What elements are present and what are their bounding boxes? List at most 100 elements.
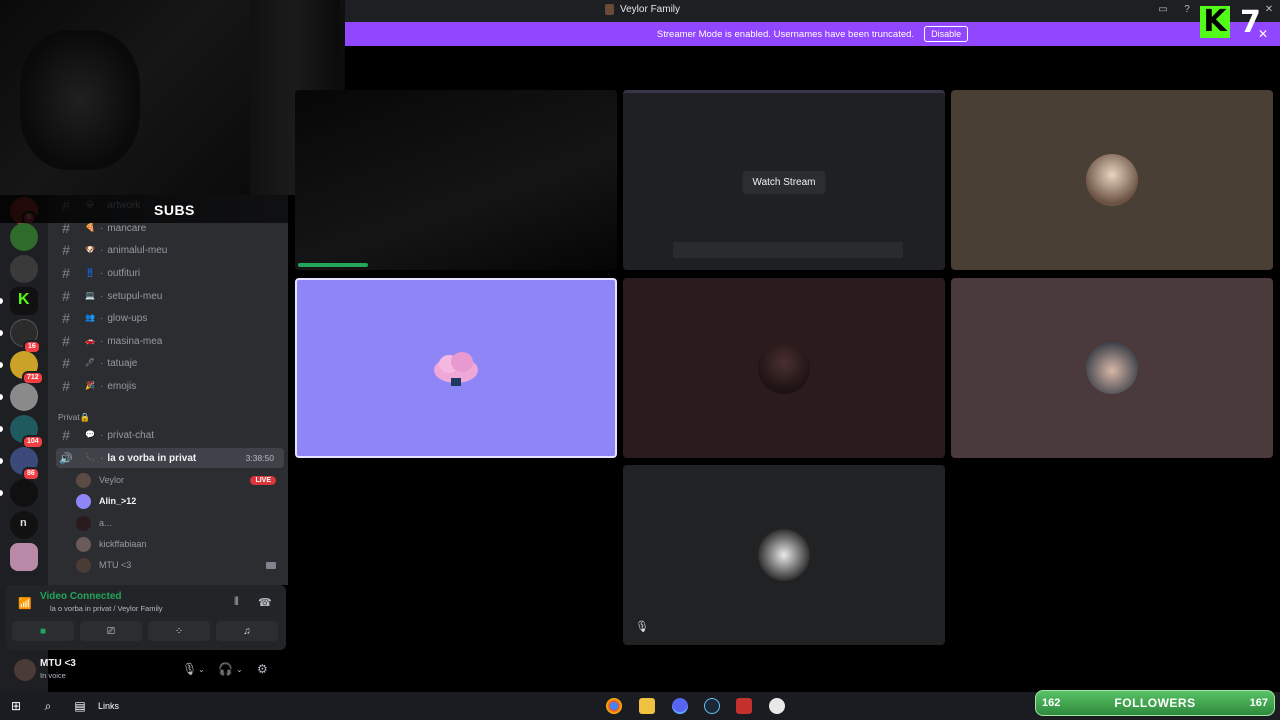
channel-privat-chat[interactable]: # 💬 · privat-chat	[56, 425, 284, 445]
links-toolbar[interactable]: Links	[98, 701, 119, 711]
voice-connection-panel: 📶 Video Connected la o vorba in privat /…	[6, 585, 286, 650]
chevron-down-icon[interactable]: ⌄	[236, 665, 243, 674]
server-icon-kick[interactable]: K	[10, 287, 38, 315]
microphone-icon[interactable]: 🎙	[182, 662, 197, 676]
kick-overlay: K 7	[1200, 4, 1280, 40]
banner-message: Streamer Mode is enabled. Usernames have…	[656, 28, 915, 40]
voice-location[interactable]: la o vorba in privat / Veylor Family	[50, 604, 163, 613]
voice-status[interactable]: Video Connected	[40, 591, 122, 602]
camera-icon	[266, 561, 276, 569]
avatar[interactable]	[14, 659, 36, 681]
server-icon-green[interactable]	[10, 223, 38, 251]
settings-gear-icon[interactable]: ⚙	[257, 662, 268, 676]
kick-count: 7	[1240, 4, 1261, 40]
channel-glow-ups[interactable]: # 👥 · glow-ups	[56, 308, 284, 328]
channel-setupul-meu[interactable]: # 💻 · setupul-meu	[56, 286, 284, 306]
chrome-icon[interactable]	[606, 698, 622, 714]
video-tile-stream[interactable]	[295, 90, 617, 270]
hash-icon: #	[62, 310, 70, 326]
watch-stream-button[interactable]: Watch Stream	[742, 171, 826, 194]
cloud-avatar-icon	[434, 352, 478, 386]
server-icon-teal[interactable]: 104	[10, 415, 44, 449]
muted-mic-icon: 🎙	[635, 621, 649, 633]
user-name[interactable]: MTU <3	[40, 658, 76, 669]
activities-button[interactable]: ⁘	[148, 621, 210, 641]
disconnect-icon[interactable]: ☎	[258, 596, 272, 609]
voice-channel-la-o-vorba[interactable]: 🔊 📞 · la o vorba in privat 3:38:50	[56, 448, 284, 468]
screen-share-button[interactable]: ⎚	[80, 621, 142, 641]
steam-icon[interactable]	[704, 698, 720, 714]
hash-icon: #	[62, 378, 70, 394]
avatar	[758, 342, 810, 394]
voice-user[interactable]: MTU <3	[76, 556, 280, 574]
phone-icon: 📞	[85, 453, 95, 462]
video-tile-user-active[interactable]	[295, 278, 617, 458]
server-icon-character[interactable]	[10, 255, 38, 283]
avatar	[76, 557, 91, 573]
video-tile-user[interactable]: 🎙	[623, 465, 945, 645]
signal-icon: 📶	[18, 598, 32, 610]
avatar	[76, 472, 91, 488]
category-privat[interactable]: Privat🔒	[58, 412, 90, 423]
server-icon-pattern[interactable]	[10, 543, 38, 571]
server-icon-gauge[interactable]: 16	[10, 319, 41, 354]
discord-icon[interactable]	[672, 698, 688, 714]
hash-icon: #	[62, 242, 70, 258]
channel-animalul-meu[interactable]: # 🐶 · animalul-meu	[56, 240, 284, 260]
hash-icon: #	[62, 333, 70, 349]
window-title: Veylor Family	[605, 4, 680, 15]
hash-icon: #	[62, 355, 70, 371]
server-icon-dark[interactable]	[10, 479, 38, 507]
server-icon-blue[interactable]: 86	[10, 447, 40, 481]
video-tile-user[interactable]	[951, 278, 1273, 458]
voice-user[interactable]: Veylor LIVE	[76, 471, 280, 489]
camera-button[interactable]: ■	[12, 621, 74, 641]
streamer-mode-banner: Streamer Mode is enabled. Usernames have…	[345, 22, 1280, 46]
subs-label: SUBS	[154, 202, 195, 218]
kick-logo-icon: K	[1200, 6, 1230, 38]
live-badge: LIVE	[250, 475, 276, 485]
window-titlebar: Veylor Family ▭ ? ✕	[345, 0, 1280, 22]
video-tile-user[interactable]	[951, 90, 1273, 270]
noise-suppression-icon[interactable]: ⦀	[234, 596, 239, 609]
speaker-icon: 🔊	[59, 452, 73, 465]
streaming-app-icon[interactable]	[769, 698, 785, 714]
soundboard-button[interactable]: ♫	[216, 621, 278, 641]
channel-emojis[interactable]: # 🎉 · emojis	[56, 376, 284, 396]
call-timer: 3:38:50	[245, 453, 274, 463]
channel-outfituri[interactable]: # 👖 · outfituri	[56, 263, 284, 283]
user-panel: MTU <3 In voice 🎙 ⌄ 🎧 ⌄ ⚙	[6, 652, 286, 688]
inbox-icon[interactable]: ▭	[1157, 4, 1169, 16]
server-icon-n[interactable]: n	[10, 511, 38, 539]
server-icon-cartoon[interactable]: 712	[10, 351, 44, 385]
user-status: In voice	[40, 671, 66, 680]
video-tile-screenshare[interactable]: Watch Stream	[623, 90, 945, 270]
hash-icon: #	[62, 288, 70, 304]
volume-bar	[298, 263, 368, 267]
disable-streamer-mode-button[interactable]: Disable	[924, 26, 969, 42]
search-icon[interactable]: ⌕	[41, 699, 55, 713]
video-tile-user[interactable]	[623, 278, 945, 458]
followers-current: 162	[1042, 697, 1061, 709]
avatar	[76, 515, 91, 531]
avatar	[1086, 154, 1138, 206]
windows-start-icon[interactable]: ⊞	[9, 699, 23, 713]
hash-icon: #	[62, 427, 70, 443]
file-explorer-icon[interactable]	[639, 698, 655, 714]
server-icon-seal[interactable]	[10, 383, 38, 411]
channel-masina-mea[interactable]: # 🚗 · masina-mea	[56, 331, 284, 351]
obs-recorder-icon[interactable]	[736, 698, 752, 714]
chevron-down-icon[interactable]: ⌄	[198, 665, 205, 674]
avatar	[76, 536, 91, 552]
voice-user[interactable]: Alin_>12	[76, 492, 280, 510]
help-icon[interactable]: ?	[1181, 4, 1193, 16]
headphones-icon[interactable]: 🎧	[218, 662, 233, 676]
task-view-icon[interactable]: ▤	[73, 699, 87, 713]
kick-k-icon: K	[18, 291, 30, 308]
voice-user[interactable]: a...	[76, 514, 280, 532]
followers-label: FOLLOWERS	[1114, 696, 1196, 710]
followers-goal: 167	[1249, 697, 1268, 709]
channel-tatuaje[interactable]: # 🖊 · tatuaje	[56, 353, 284, 373]
avatar	[1086, 342, 1138, 394]
voice-user[interactable]: kickffabiaan	[76, 535, 280, 553]
